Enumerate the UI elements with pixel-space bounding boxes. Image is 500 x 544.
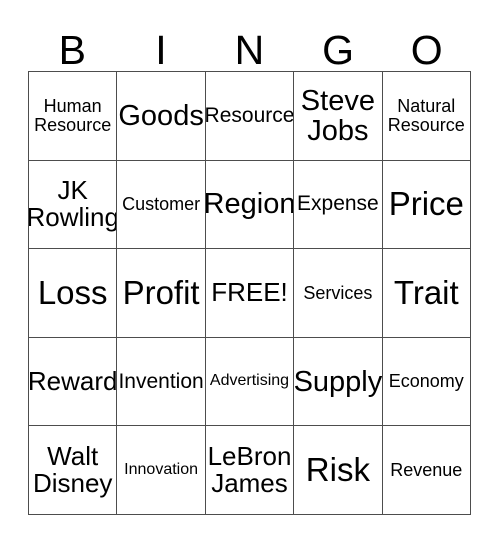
bingo-cell-label: Customer bbox=[122, 194, 201, 215]
bingo-cell-label: JK Rowling bbox=[29, 175, 118, 233]
bingo-grid: Human Resource Goods Resource Steve Jobs Nat… bbox=[28, 71, 471, 515]
bingo-cell-label: LeBron James bbox=[207, 441, 292, 499]
bingo-cell-label: Region bbox=[205, 188, 295, 221]
bingo-cell-label: Price bbox=[388, 185, 464, 223]
bingo-cell-r4-c2[interactable]: Invention bbox=[117, 337, 206, 427]
bingo-cell-r5-c3[interactable]: LeBron James bbox=[205, 426, 295, 515]
bingo-cell-r4-c1[interactable]: Reward bbox=[29, 337, 118, 427]
bingo-cell-r5-c5[interactable]: Revenue bbox=[382, 426, 471, 515]
bingo-header-letter-b: B bbox=[58, 27, 86, 73]
bingo-cell-label: Invention bbox=[118, 369, 204, 393]
bingo-cell-label: Steve Jobs bbox=[300, 84, 375, 147]
bingo-card: B I N G O Human Resource Goods Resource Ste… bbox=[0, 0, 500, 544]
bingo-cell-label: Risk bbox=[305, 451, 370, 489]
bingo-cell-r3-c1[interactable]: Loss bbox=[29, 249, 118, 338]
bingo-cell-label: Profit bbox=[122, 273, 200, 311]
bingo-cell-r1-c5[interactable]: Natural Resource bbox=[382, 72, 471, 161]
bingo-cell-label: Revenue bbox=[390, 459, 463, 480]
bingo-cell-r2-c2[interactable]: Customer bbox=[117, 160, 206, 250]
bingo-cell-label: Loss bbox=[37, 273, 108, 311]
bingo-cell-r3-c2[interactable]: Profit bbox=[117, 249, 206, 338]
bingo-cell-r5-c4[interactable]: Risk bbox=[294, 426, 383, 515]
bingo-cell-r5-c2[interactable]: Innovation bbox=[117, 426, 206, 515]
bingo-cell-r3-c5[interactable]: Trait bbox=[382, 249, 471, 338]
bingo-cell-label: Natural Resource bbox=[387, 96, 465, 135]
bingo-cell-label: Economy bbox=[388, 371, 464, 392]
bingo-cell-label: Resource bbox=[205, 103, 295, 127]
bingo-cell-label: Goods bbox=[118, 99, 204, 132]
bingo-cell-r2-c1[interactable]: JK Rowling bbox=[29, 160, 118, 250]
bingo-cell-label: Advertising bbox=[209, 372, 290, 390]
bingo-cell-label: FREE! bbox=[211, 277, 288, 308]
bingo-cell-r1-c4[interactable]: Steve Jobs bbox=[294, 72, 383, 161]
bingo-header-letter-n: N bbox=[234, 27, 265, 73]
bingo-header-letter-g: G bbox=[322, 27, 355, 73]
bingo-cell-r5-c1[interactable]: Walt Disney bbox=[29, 426, 118, 515]
bingo-cell-r1-c1[interactable]: Human Resource bbox=[29, 72, 118, 161]
bingo-cell-label: Supply bbox=[294, 365, 383, 398]
bingo-cell-r4-c3[interactable]: Advertising bbox=[205, 337, 295, 427]
bingo-cell-label: Services bbox=[303, 282, 373, 303]
bingo-cell-r4-c4[interactable]: Supply bbox=[294, 337, 383, 427]
bingo-cell-label: Walt Disney bbox=[32, 441, 113, 499]
bingo-header-letter-i: I bbox=[155, 27, 167, 73]
bingo-cell-r2-c5[interactable]: Price bbox=[382, 160, 471, 250]
bingo-cell-r1-c2[interactable]: Goods bbox=[117, 72, 206, 161]
bingo-header-row: B I N G O bbox=[28, 18, 471, 71]
bingo-cell-label: Reward bbox=[29, 366, 118, 397]
bingo-cell-r2-c3[interactable]: Region bbox=[205, 160, 295, 250]
bingo-cell-label: Expense bbox=[297, 192, 379, 216]
bingo-cell-label: Trait bbox=[393, 273, 459, 311]
bingo-cell-r1-c3[interactable]: Resource bbox=[205, 72, 295, 161]
bingo-free-space-cell[interactable]: FREE! bbox=[205, 249, 295, 338]
bingo-cell-r3-c4[interactable]: Services bbox=[294, 249, 383, 338]
bingo-cell-label: Human Resource bbox=[34, 96, 112, 135]
bingo-cell-r4-c5[interactable]: Economy bbox=[382, 337, 471, 427]
bingo-cell-r2-c4[interactable]: Expense bbox=[294, 160, 383, 250]
bingo-header-letter-o: O bbox=[410, 27, 443, 73]
bingo-cell-label: Innovation bbox=[124, 460, 199, 478]
